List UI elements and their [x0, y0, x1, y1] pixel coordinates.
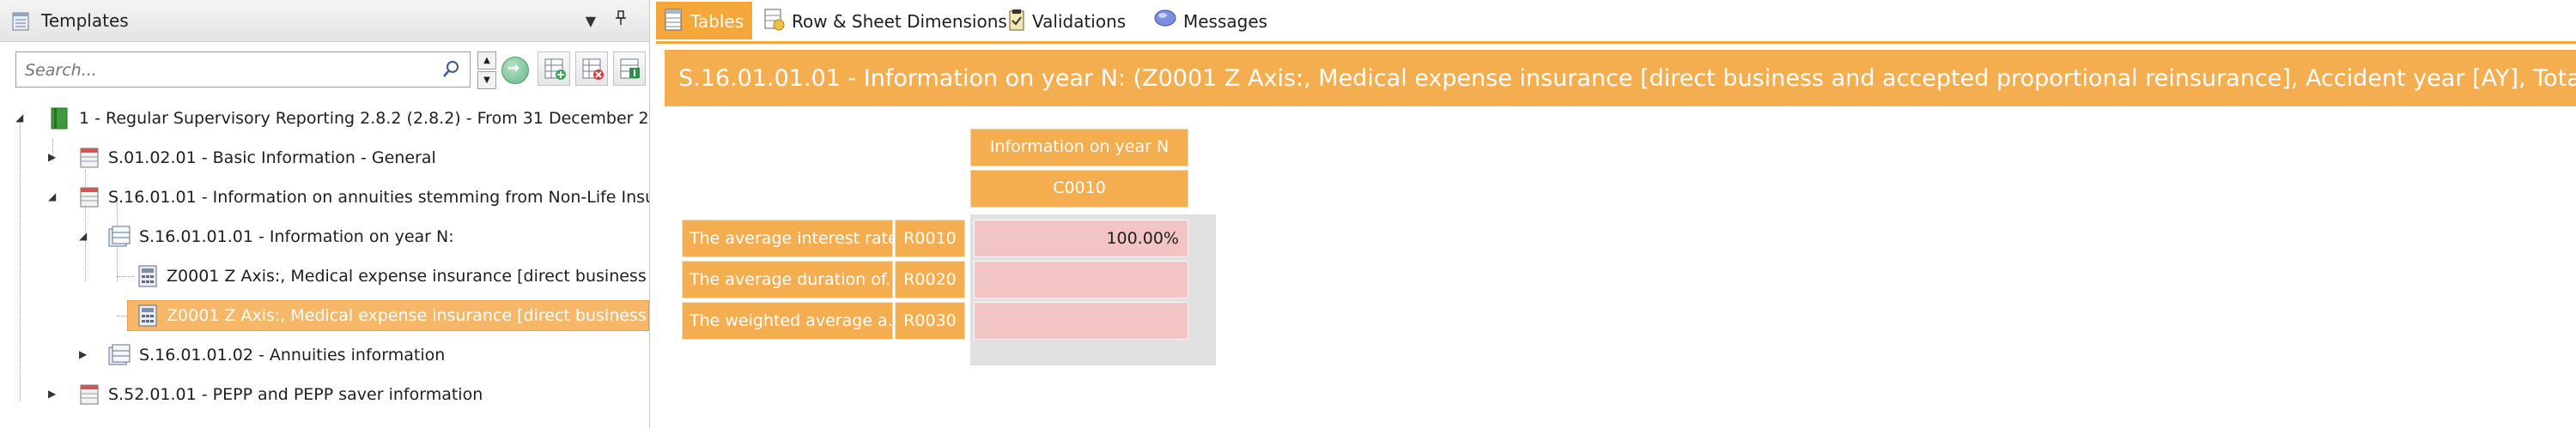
data-cell[interactable]: 100.00%	[974, 220, 1188, 257]
add-template-button[interactable]	[538, 51, 570, 86]
row-label: The weighted average a...	[682, 302, 893, 340]
tree-item-label: S.52.01.01 - PEPP and PEPP saver informa…	[108, 385, 483, 404]
tree-item-label: S.16.01.01.02 - Annuities information	[139, 346, 446, 365]
column-header: Information on year N	[970, 129, 1188, 166]
search-input[interactable]	[23, 57, 422, 83]
tree-item-z0001-b[interactable]: Z0001 Z Axis:, Medical expense insurance…	[0, 298, 649, 333]
calculator-table-icon	[137, 265, 158, 292]
tree-item-regular-supervisory-reporting[interactable]: ◢ 1 - Regular Supervisory Reporting 2.8.…	[0, 101, 649, 136]
search-previous-button[interactable]: ▲	[477, 51, 496, 69]
template-icon	[79, 186, 100, 213]
tree-item-s52-01-01[interactable]: ▶ S.52.01.01 - PEPP and PEPP saver infor…	[0, 377, 649, 412]
collapse-icon[interactable]: ◢	[79, 230, 87, 242]
tree-item-label: 1 - Regular Supervisory Reporting 2.8.2 …	[79, 109, 649, 128]
tree-item-label: S.16.01.01 - Information on annuities st…	[108, 188, 649, 207]
delete-template-button[interactable]	[575, 51, 608, 86]
templates-pane: Templates ▼ ▲ ▼	[0, 0, 650, 428]
search-icon[interactable]	[442, 59, 461, 81]
pin-icon[interactable]	[608, 10, 634, 29]
template-icon	[79, 383, 100, 410]
search-spinner: ▲ ▼	[477, 51, 496, 89]
row-code: R0020	[895, 261, 965, 298]
tree-item-label: S.01.02.01 - Basic Information - General	[108, 148, 436, 167]
table-group-icon	[108, 344, 131, 371]
tab-row-sheet-dimensions[interactable]: Row & Sheet Dimensions	[756, 2, 1007, 39]
expand-icon[interactable]: ▶	[79, 348, 87, 360]
taxonomy-book-icon	[50, 107, 69, 134]
table-title: S.16.01.01.01 - Information on year N: (…	[678, 65, 2576, 92]
pane-title: Templates	[41, 10, 129, 31]
export-template-button[interactable]	[613, 51, 646, 86]
expand-icon[interactable]: ▶	[48, 388, 56, 400]
table-group-icon	[108, 226, 131, 252]
tree-item-label: Z0001 Z Axis:, Medical expense insurance…	[167, 306, 649, 325]
data-cell[interactable]	[974, 261, 1188, 298]
tab-tables[interactable]: Tables	[656, 2, 752, 39]
calculator-table-icon	[137, 304, 158, 331]
tree-item-label: S.16.01.01.01 - Information on year N:	[139, 227, 454, 246]
table-icon	[665, 9, 682, 35]
pane-dropdown-icon[interactable]: ▼	[578, 13, 604, 29]
tree-item-z0001-a[interactable]: Z0001 Z Axis:, Medical expense insurance…	[0, 259, 649, 293]
tree-item-s01-02-01[interactable]: ▶ S.01.02.01 - Basic Information - Gener…	[0, 141, 649, 175]
row-code: R0030	[895, 302, 965, 340]
search-next-button[interactable]: ▼	[477, 71, 496, 89]
expand-icon[interactable]: ▶	[48, 151, 56, 163]
tree-item-s16-01-01[interactable]: ◢ S.16.01.01 - Information on annuities …	[0, 180, 649, 214]
dimensions-icon	[764, 9, 785, 35]
row-label: The average duration of...	[682, 261, 893, 298]
row-label: The average interest rate	[682, 220, 893, 257]
validation-icon	[1008, 9, 1025, 35]
tree-item-s16-01-01-02[interactable]: ▶ S.16.01.01.02 - Annuities information	[0, 338, 649, 372]
message-icon	[1154, 9, 1176, 33]
templates-icon	[10, 11, 31, 35]
tree-item-label: Z0001 Z Axis:, Medical expense insurance…	[167, 267, 649, 286]
tab-validations[interactable]: Validations	[999, 2, 1144, 39]
table-title-bar: S.16.01.01.01 - Information on year N: (…	[665, 50, 2576, 106]
column-code: C0010	[970, 170, 1188, 208]
table-view-pane: Tables Row & Sheet Dimensions Validation…	[656, 0, 2576, 428]
template-icon	[79, 147, 100, 173]
collapse-icon[interactable]: ◢	[48, 190, 56, 202]
view-tabs: Tables Row & Sheet Dimensions Validation…	[656, 0, 2576, 44]
collapse-icon[interactable]: ◢	[15, 112, 23, 124]
tab-messages[interactable]: Messages	[1145, 2, 1283, 39]
row-code: R0010	[895, 220, 965, 257]
go-search-button[interactable]	[501, 57, 529, 84]
tree-item-s16-01-01-01[interactable]: ◢ S.16.01.01.01 - Information on year N:	[0, 220, 649, 254]
data-cell[interactable]	[974, 302, 1188, 340]
search-box	[15, 51, 471, 87]
templates-pane-header: Templates ▼	[0, 0, 649, 42]
